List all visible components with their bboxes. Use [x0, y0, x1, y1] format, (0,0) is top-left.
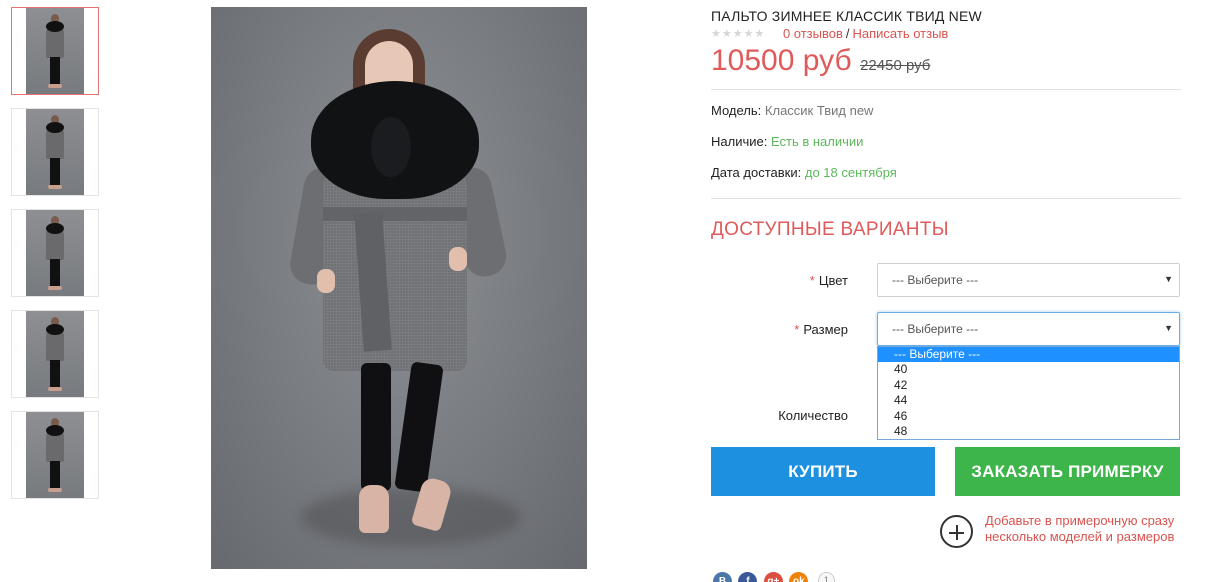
size-option[interactable]: 42: [878, 378, 1179, 393]
thumbnail-figure: [46, 223, 64, 234]
plus-circle-icon[interactable]: [940, 515, 973, 548]
order-fitting-button[interactable]: ЗАКАЗАТЬ ПРИМЕРКУ: [955, 447, 1180, 496]
required-mark: *: [809, 273, 815, 288]
color-select-value: --- Выберите ---: [892, 273, 979, 287]
product-title: ПАЛЬТО ЗИМНЕЕ КЛАССИК ТВИД NEW: [711, 8, 982, 24]
availability-row: Наличие: Есть в наличии: [711, 134, 863, 149]
price-row: 10500 руб 22450 руб: [711, 44, 930, 78]
thumbnail-figure: [50, 158, 60, 186]
photo-model-leg: [394, 361, 444, 493]
thumbnail-image: [26, 412, 84, 498]
photo-model-hand: [317, 269, 335, 293]
thumbnail-figure: [48, 286, 62, 290]
color-label-text: Цвет: [818, 273, 848, 288]
thumbnail-3[interactable]: [11, 209, 99, 297]
star-rating-icon: ★★★★★: [711, 28, 766, 40]
size-option[interactable]: 46: [878, 409, 1179, 424]
divider: [711, 89, 1181, 90]
share-count: 1: [817, 572, 835, 582]
color-label: * Цвет: [711, 273, 848, 288]
variants-title: ДОСТУПНЫЕ ВАРИАНТЫ: [711, 219, 949, 240]
model-label: Модель:: [711, 103, 762, 118]
thumbnail-figure: [46, 28, 64, 58]
main-product-image[interactable]: [211, 7, 587, 569]
color-select[interactable]: --- Выберите --- ▼: [877, 263, 1180, 297]
size-option[interactable]: 48: [878, 424, 1179, 439]
model-value: Классик Твид new: [764, 103, 874, 118]
photo-coat-belt: [323, 207, 467, 221]
size-select[interactable]: --- Выберите --- ▼: [877, 312, 1180, 346]
photo-fur-collar: [371, 117, 411, 177]
current-price: 10500 руб: [711, 44, 852, 77]
thumbnail-image: [26, 8, 84, 94]
thumbnail-4[interactable]: [11, 310, 99, 398]
delivery-row: Дата доставки: до 18 сентября: [711, 165, 897, 180]
odnoklassniki-icon[interactable]: ok: [789, 572, 809, 582]
size-select-value: --- Выберите ---: [892, 322, 979, 336]
thumbnail-figure: [46, 331, 64, 361]
thumbnail-figure: [50, 461, 60, 489]
triangle-down-icon: ▼: [1164, 274, 1173, 284]
size-label-text: Размер: [803, 322, 848, 337]
write-review-link[interactable]: Написать отзыв: [853, 26, 949, 41]
old-price: 22450 руб: [860, 57, 931, 74]
size-option[interactable]: --- Выберите ---: [878, 347, 1179, 363]
photo-model-leg: [361, 363, 391, 491]
thumbnail-image: [26, 210, 84, 296]
photo-floor-shadow: [301, 487, 521, 547]
thumbnail-figure: [46, 425, 64, 436]
thumbnail-5[interactable]: [11, 411, 99, 499]
thumbnail-gallery: [11, 7, 99, 512]
thumbnail-figure: [46, 432, 64, 462]
google-plus-icon[interactable]: g+: [763, 572, 783, 582]
rating-separator: /: [845, 26, 850, 41]
availability-label: Наличие:: [711, 134, 768, 149]
triangle-down-icon: ▼: [1164, 323, 1173, 333]
rating-row: ★★★★★ 0 отзывов / Написать отзыв: [711, 26, 948, 41]
thumbnail-figure: [46, 230, 64, 260]
facebook-icon[interactable]: f: [738, 572, 758, 582]
vk-icon[interactable]: B: [713, 572, 732, 582]
social-share: B f g+ ok 1: [713, 572, 835, 582]
quantity-label: Количество: [778, 408, 848, 423]
photo-model-shoe: [359, 485, 389, 533]
thumbnail-figure: [48, 488, 62, 492]
divider: [711, 198, 1181, 199]
thumbnail-image: [26, 109, 84, 195]
thumbnail-figure: [48, 387, 62, 391]
model-row: Модель: Классик Твид new: [711, 103, 873, 118]
thumbnail-2[interactable]: [11, 108, 99, 196]
thumbnail-figure: [50, 57, 60, 85]
buy-button[interactable]: КУПИТЬ: [711, 447, 935, 496]
availability-value: Есть в наличии: [770, 134, 864, 149]
thumbnail-figure: [46, 129, 64, 159]
thumbnail-figure: [50, 259, 60, 287]
size-option[interactable]: 40: [878, 362, 1179, 377]
thumbnail-image: [26, 311, 84, 397]
thumbnail-figure: [48, 84, 62, 88]
fitting-note-text: Добавьте в примерочную сразу несколько м…: [985, 513, 1175, 544]
reviews-link[interactable]: 0 отзывов: [783, 26, 843, 41]
thumbnail-figure: [48, 185, 62, 189]
thumbnail-figure: [46, 324, 64, 335]
thumbnail-figure: [46, 122, 64, 133]
delivery-value: до 18 сентября: [804, 165, 897, 180]
thumbnail-1[interactable]: [11, 7, 99, 95]
size-label: * Размер: [711, 322, 848, 337]
photo-model-hand: [449, 247, 467, 271]
size-dropdown-list: --- Выберите --- 40 42 44 46 48: [877, 346, 1180, 440]
size-option[interactable]: 44: [878, 393, 1179, 408]
thumbnail-figure: [50, 360, 60, 388]
required-mark: *: [794, 322, 800, 337]
thumbnail-figure: [46, 21, 64, 32]
delivery-label: Дата доставки:: [711, 165, 802, 180]
